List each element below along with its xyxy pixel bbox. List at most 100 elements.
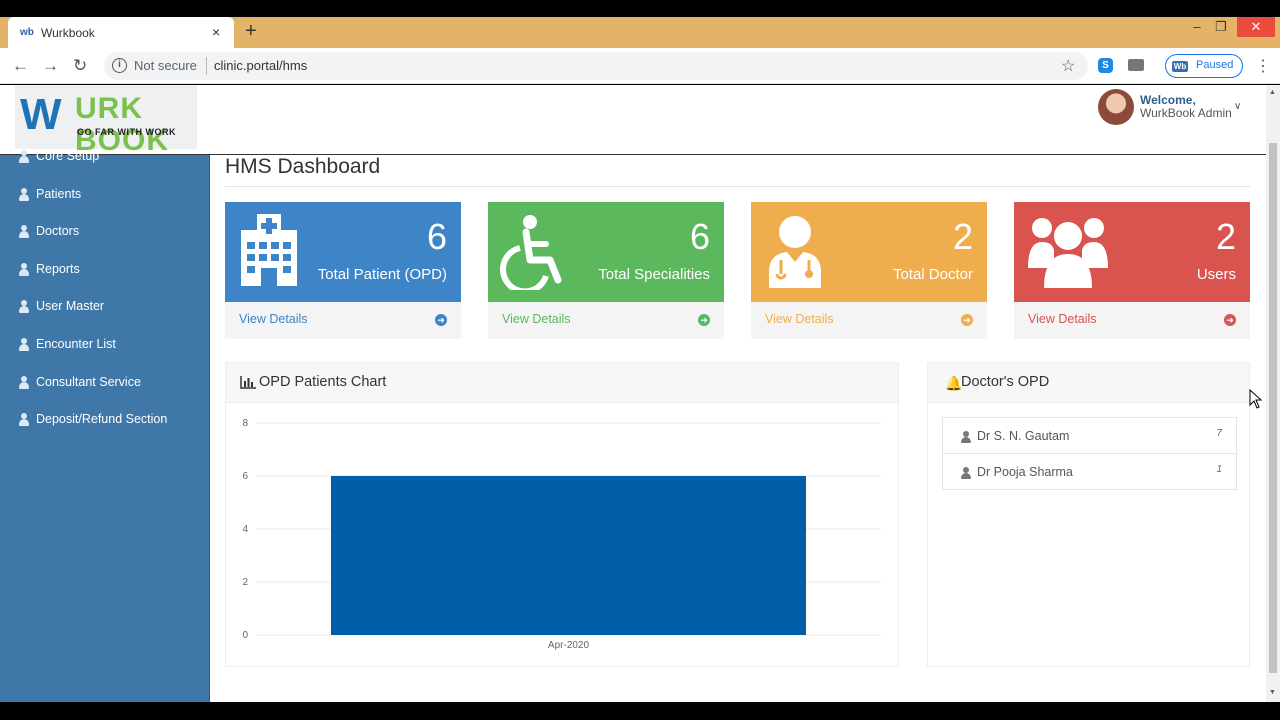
scroll-up-icon[interactable]: ▲	[1269, 89, 1276, 96]
stat-card-specialities: 6 Total Specialities View Details ➜	[488, 202, 724, 339]
arrow-circle-right-icon[interactable]: ➜	[961, 314, 973, 326]
title-divider	[225, 186, 1250, 187]
info-icon[interactable]: i	[112, 58, 127, 73]
list-item[interactable]: Dr S. N. Gautam 7	[942, 417, 1237, 454]
back-arrow-icon[interactable]: ←	[12, 56, 29, 76]
user-icon	[18, 413, 30, 427]
user-icon	[18, 188, 30, 202]
sidebar-item-label: Doctors	[36, 224, 80, 238]
sidebar-item-label: Encounter List	[36, 337, 116, 351]
mouse-cursor-icon	[1249, 389, 1263, 409]
stat-card-value: 2	[952, 216, 973, 257]
user-md-icon	[961, 431, 971, 443]
browser-menu-icon[interactable]: ⋮	[1255, 56, 1271, 76]
address-bar[interactable]: i Not secure clinic.portal/hms ☆	[104, 52, 1088, 80]
panel-title: Doctor's OPD	[961, 374, 1050, 390]
doctor-opd-count: 7	[1216, 428, 1222, 439]
sidebar-item-user-master[interactable]: User Master	[0, 292, 210, 322]
chevron-down-icon[interactable]: ∨	[1234, 101, 1241, 112]
sidebar-item-label: User Master	[36, 299, 105, 313]
maximize-button[interactable]: ❐	[1211, 17, 1231, 37]
arrow-circle-right-icon[interactable]: ➜	[698, 314, 710, 326]
doctor-list: Dr S. N. Gautam 7 Dr Pooja Sharma 1	[942, 417, 1237, 490]
y-tick-label: 8	[242, 418, 248, 429]
stat-card-doctors: 2 Total Doctor View Details ➜	[751, 202, 987, 339]
view-details-link[interactable]: View Details	[502, 312, 571, 326]
close-window-button[interactable]: ✕	[1237, 17, 1275, 37]
view-details-link[interactable]: View Details	[765, 312, 834, 326]
welcome-label: Welcome,	[1140, 93, 1196, 107]
scrollbar-thumb[interactable]	[1269, 143, 1277, 673]
stat-card-users: 2 Users View Details ➜	[1014, 202, 1250, 339]
new-tab-button[interactable]: +	[245, 20, 257, 43]
opd-bar-chart: 0 2 4 6 8 Apr-2020	[242, 418, 881, 651]
sidebar-item-patients[interactable]: Patients	[0, 180, 210, 210]
page-title: HMS Dashboard	[225, 155, 381, 178]
y-tick-label: 2	[242, 577, 248, 588]
x-tick-label: Apr-2020	[548, 640, 590, 651]
screen: { "browser": { "tab_title": "Wurkbook", …	[0, 0, 1280, 720]
page-scrollbar[interactable]: ▲ ▼	[1266, 85, 1280, 702]
chart-bar[interactable]	[331, 476, 806, 635]
stat-card-header: 6 Total Specialities	[488, 202, 724, 302]
panel-title: OPD Patients Chart	[259, 374, 387, 390]
stat-card-value: 6	[689, 216, 710, 257]
view-details-link[interactable]: View Details	[239, 312, 308, 326]
user-icon	[18, 225, 30, 239]
doctor-icon	[769, 216, 821, 288]
sidebar-item-core-setup[interactable]: Core Setup	[0, 142, 210, 172]
arrow-circle-right-icon[interactable]: ➜	[435, 314, 447, 326]
stat-card-value: 2	[1215, 216, 1236, 257]
list-item[interactable]: Dr Pooja Sharma 1	[942, 453, 1237, 490]
sidebar-item-label: Patients	[36, 187, 82, 201]
sidebar-item-consultant-service[interactable]: Consultant Service	[0, 368, 210, 398]
scroll-down-icon[interactable]: ▼	[1269, 689, 1276, 696]
panel-header: 🔔 Doctor's OPD	[928, 363, 1249, 403]
wurkbook-logo[interactable]: W URK BOOK GO FAR WITH WORK	[15, 85, 197, 157]
sidebar-item-doctors[interactable]: Doctors	[0, 217, 210, 247]
user-name[interactable]: WurkBook Admin	[1140, 106, 1232, 120]
sidebar-item-deposit-refund[interactable]: Deposit/Refund Section	[0, 405, 210, 435]
skype-extension-icon[interactable]: S	[1098, 58, 1113, 73]
avatar[interactable]	[1098, 89, 1134, 125]
stat-card-value: 6	[426, 216, 447, 257]
stat-card-header: 2 Total Doctor	[751, 202, 987, 302]
minimize-button[interactable]: –	[1187, 17, 1207, 37]
address-divider	[206, 57, 207, 75]
sidebar-item-label: Consultant Service	[36, 375, 141, 389]
sidebar-item-encounter-list[interactable]: Encounter List	[0, 330, 210, 360]
app-viewport: W URK BOOK GO FAR WITH WORK Welcome, Wur…	[0, 85, 1266, 702]
camera-extension-icon[interactable]	[1128, 59, 1144, 71]
forward-arrow-icon[interactable]: →	[42, 56, 59, 76]
users-icon	[1028, 218, 1108, 288]
stat-card-label: Total Doctor	[892, 266, 973, 283]
doctor-opd-count: 1	[1216, 464, 1222, 475]
logo-mark: W	[20, 90, 62, 139]
tab-close-icon[interactable]: ×	[212, 24, 220, 40]
stat-card-header: 2 Users	[1014, 202, 1250, 302]
y-tick-label: 4	[242, 524, 248, 535]
sidebar-item-label: Reports	[36, 262, 80, 276]
wheelchair-icon	[500, 215, 562, 290]
wurkbook-favicon-icon: wb	[20, 27, 34, 38]
browser-tab[interactable]: wb Wurkbook ×	[8, 17, 234, 48]
stat-card-patients: 6 Total Patient (OPD) View Details ➜	[225, 202, 461, 339]
arrow-circle-right-icon[interactable]: ➜	[1224, 314, 1236, 326]
stat-card-header: 6 Total Patient (OPD)	[225, 202, 461, 302]
reload-icon[interactable]: ↻	[73, 56, 87, 76]
profile-paused-button[interactable]: Wb Paused	[1165, 54, 1243, 78]
bar-chart-icon	[240, 376, 256, 389]
url-text[interactable]: clinic.portal/hms	[214, 58, 307, 73]
tab-title: Wurkbook	[41, 26, 95, 40]
view-details-link[interactable]: View Details	[1028, 312, 1097, 326]
hospital-icon	[241, 214, 297, 286]
doctor-name: Dr S. N. Gautam	[977, 429, 1070, 443]
bookmark-star-icon[interactable]: ☆	[1061, 56, 1075, 76]
bell-icon: 🔔	[945, 375, 963, 391]
sidebar-item-reports[interactable]: Reports	[0, 255, 210, 285]
profile-icon: Wb	[1172, 61, 1188, 72]
user-icon	[18, 300, 30, 314]
doctors-opd-panel: 🔔 Doctor's OPD Dr S. N. Gautam 7 Dr Pooj…	[927, 362, 1250, 667]
user-md-icon	[961, 467, 971, 479]
user-icon	[18, 376, 30, 390]
